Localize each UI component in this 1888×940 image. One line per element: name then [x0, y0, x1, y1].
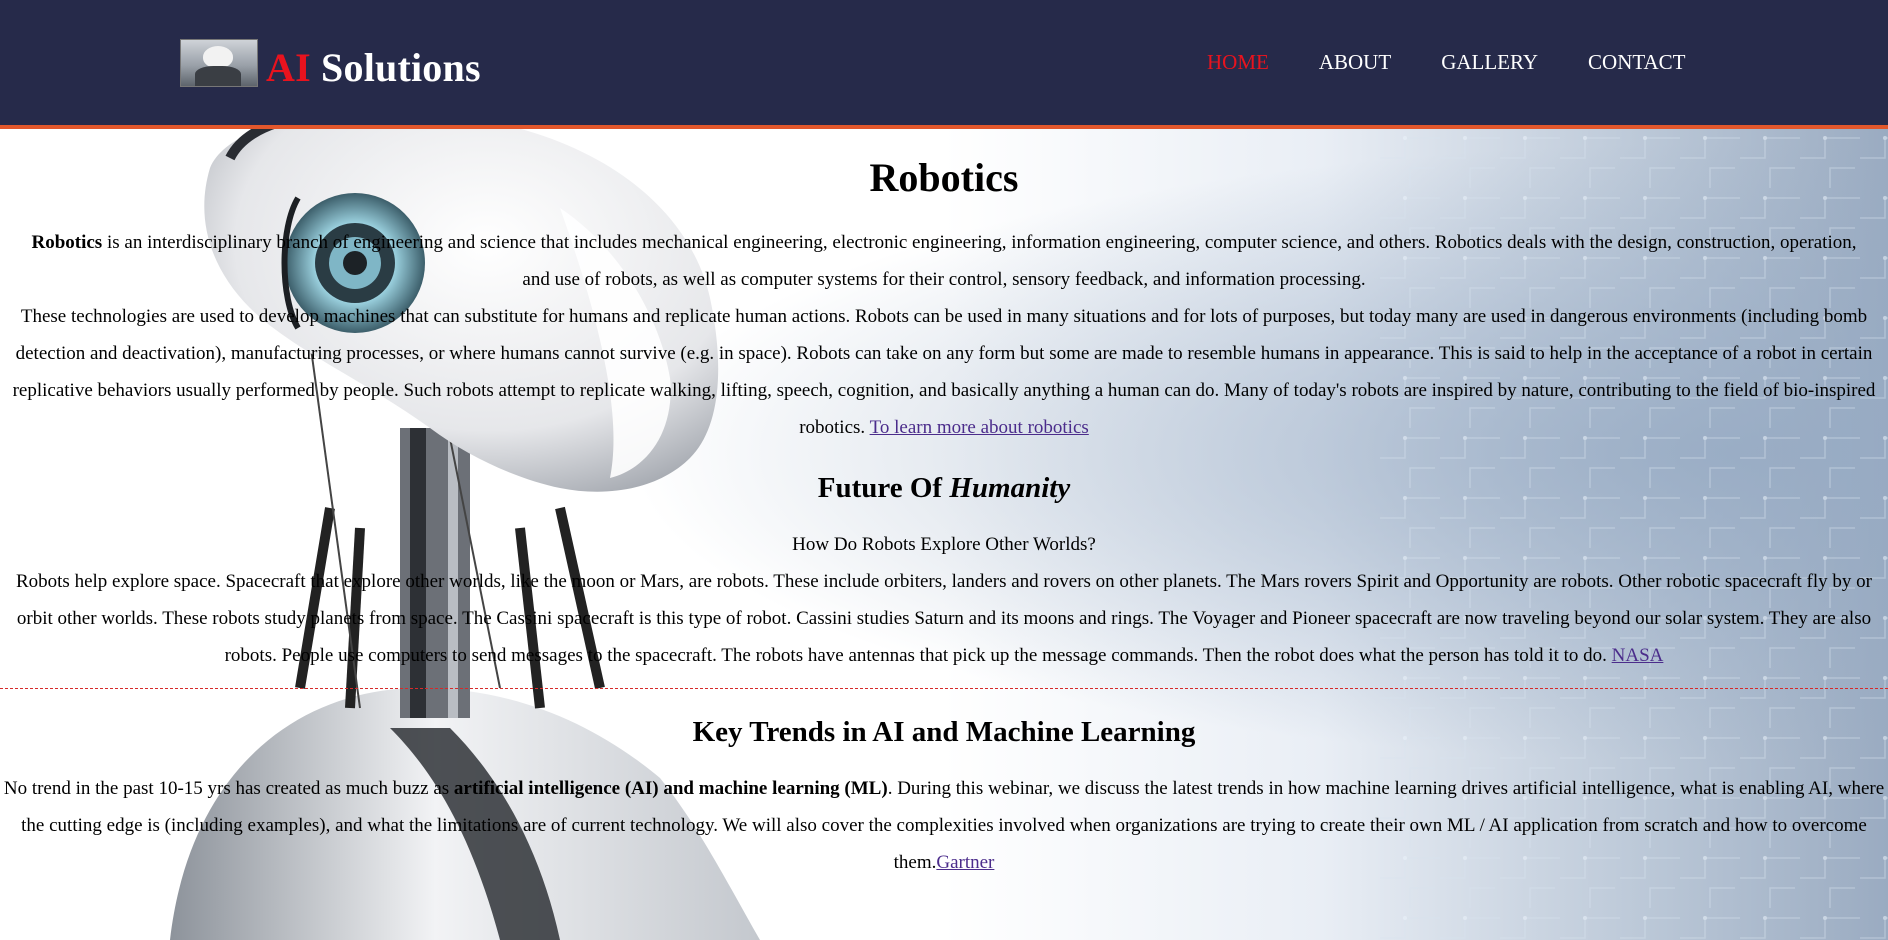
future-heading: Future Of Humanity: [0, 471, 1888, 506]
robotics-learn-more-link[interactable]: To learn more about robotics: [870, 417, 1089, 438]
future-question: How Do Robots Explore Other Worlds?: [792, 533, 1096, 555]
brand-name: Solutions: [310, 45, 481, 90]
future-paragraph-text: Robots help explore space. Spacecraft th…: [15, 570, 1872, 666]
trends-pre: No trend in the past 10-15 yrs has creat…: [3, 777, 454, 799]
logo-image[interactable]: [180, 39, 258, 87]
gartner-link[interactable]: Gartner: [936, 852, 994, 873]
nav-contact[interactable]: CONTACT: [1588, 50, 1685, 75]
trends-paragraph: No trend in the past 10-15 yrs has creat…: [0, 770, 1888, 881]
nasa-link[interactable]: NASA: [1612, 645, 1664, 666]
section-divider: [0, 687, 1888, 689]
robotics-bold: Robotics: [31, 232, 103, 253]
brand-title[interactable]: AI Solutions: [266, 44, 481, 91]
trends-heading: Key Trends in AI and Machine Learning: [692, 715, 1196, 748]
nav-gallery[interactable]: GALLERY: [1441, 50, 1538, 75]
robotics-intro-text: is an interdisciplinary branch of engine…: [102, 232, 1857, 290]
future-heading-italic: Humanity: [949, 472, 1071, 504]
main-nav: HOME ABOUT GALLERY CONTACT: [1207, 50, 1686, 75]
main-content: Robotics Robotics is an interdisciplinar…: [0, 128, 1888, 881]
site-header: AI Solutions HOME ABOUT GALLERY CONTACT: [0, 0, 1888, 129]
future-paragraph: Robots help explore space. Spacecraft th…: [0, 563, 1888, 674]
nav-about[interactable]: ABOUT: [1319, 50, 1391, 75]
nav-home[interactable]: HOME: [1207, 50, 1269, 75]
trends-bold: artificial intelligence (AI) and machine…: [453, 777, 888, 799]
future-heading-text: Future Of: [817, 472, 950, 504]
robotics-intro: Robotics is an interdisciplinary branch …: [0, 224, 1888, 298]
page-title: Robotics: [869, 155, 1019, 200]
brand-ai: AI: [266, 45, 311, 90]
robotics-paragraph: These technologies are used to develop m…: [0, 298, 1888, 446]
